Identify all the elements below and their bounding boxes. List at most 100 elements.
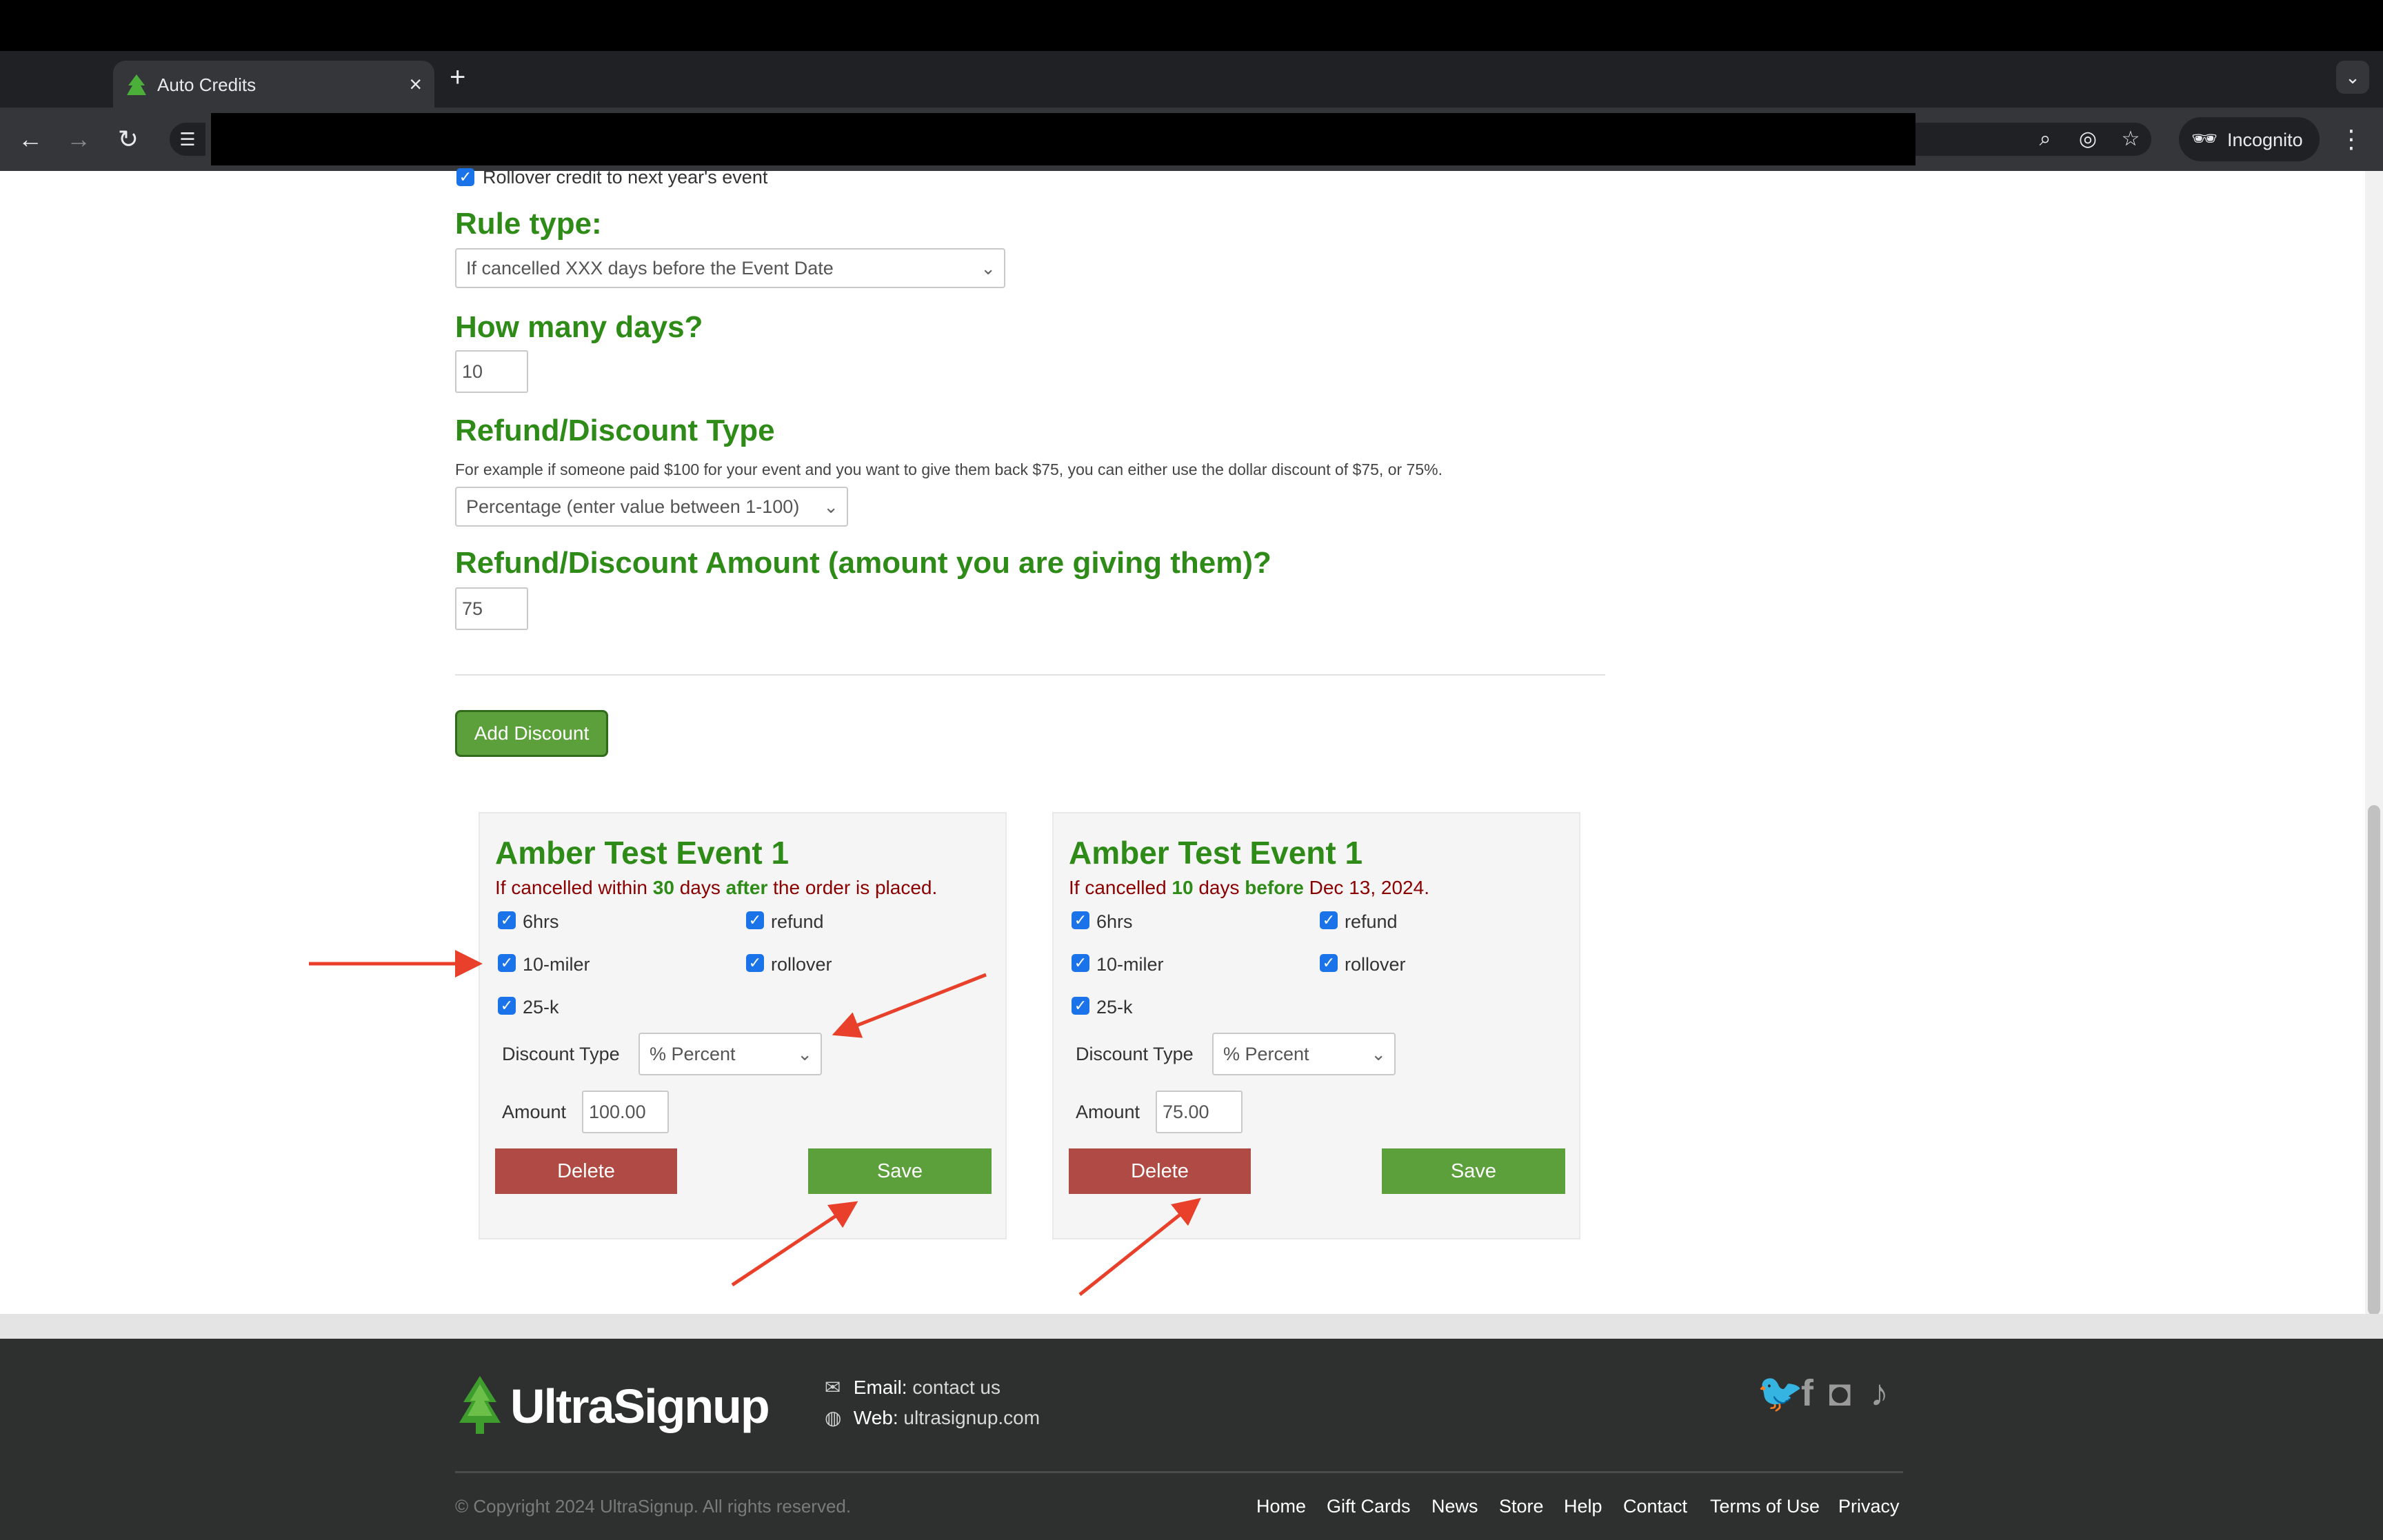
save-button[interactable]: Save [808,1148,992,1194]
footer-link-news[interactable]: News [1431,1496,1478,1517]
delete-button[interactable]: Delete [495,1148,677,1194]
ultrasignup-tree-icon [459,1376,501,1434]
option-checkbox-10-miler[interactable]: ✓ [498,954,516,972]
rule-mid: days [1193,877,1245,898]
card-title: Amber Test Event 1 [1069,835,1363,871]
new-tab-button[interactable]: + [450,61,465,94]
amount-label: Amount [1076,1102,1140,1122]
chevron-down-icon: ⌄ [1371,1044,1386,1064]
rule-keyword: after [725,877,768,898]
rule-suffix: the order is placed. [767,877,938,898]
reload-icon[interactable]: ↻ [110,121,146,157]
add-discount-button[interactable]: Add Discount [455,710,608,757]
rule-prefix: If cancelled [1069,877,1172,898]
rule-days: 30 [652,877,674,898]
option-checkbox-25-k[interactable]: ✓ [1072,997,1089,1015]
forward-arrow-icon[interactable]: → [61,121,97,157]
days-value: 10 [462,361,483,382]
site-info-icon[interactable]: ☰ [170,123,205,156]
option-checkbox-refund[interactable]: ✓ [1320,911,1338,929]
footer-link-gift-cards[interactable]: Gift Cards [1327,1496,1411,1517]
screen-top-bar [0,0,2383,51]
footer-web: ◍ Web: ultrasignup.com [825,1406,1040,1429]
rule-mid: days [674,877,726,898]
chevron-down-icon: ⌄ [797,1044,812,1064]
delete-button[interactable]: Delete [1069,1148,1251,1194]
option-label: rollover [1345,954,1406,975]
option-label: 6hrs [1096,911,1133,932]
footer-link-store[interactable]: Store [1499,1496,1544,1517]
rollover-checkbox[interactable]: ✓ [456,168,474,186]
card-amount-input[interactable]: 75.00 [1156,1091,1243,1133]
rule-suffix: Dec 13, 2024. [1303,877,1429,898]
web-link[interactable]: ultrasignup.com [903,1407,1040,1428]
card-amount-input[interactable]: 100.00 [582,1091,669,1133]
rule-type-value: If cancelled XXX days before the Event D… [466,258,834,278]
refund-type-heading: Refund/Discount Type [455,414,775,447]
browser-menu-icon[interactable]: ⋮ [2333,121,2369,157]
address-bar-actions: ⌕ ◎ ☆ [1916,123,2151,156]
option-checkbox-25-k[interactable]: ✓ [498,997,516,1015]
option-checkbox-6hrs[interactable]: ✓ [1072,911,1089,929]
discount-type-label: Discount Type [1076,1044,1194,1064]
rule-prefix: If cancelled within [495,877,653,898]
footer-link-contact[interactable]: Contact [1623,1496,1687,1517]
discount-type-value: % Percent [1223,1044,1309,1064]
tab-close-icon[interactable]: × [409,70,422,98]
browser-tab-auto-credits[interactable]: Auto Credits × [113,61,434,108]
envelope-icon: ✉ [825,1377,841,1398]
days-input[interactable]: 10 [455,350,528,393]
incognito-badge[interactable]: 🕶 Incognito [2179,117,2320,161]
save-button[interactable]: Save [1382,1148,1565,1194]
amount-input[interactable]: 75 [455,587,528,630]
zoom-icon[interactable]: ⌕ [2026,123,2064,156]
option-label: 6hrs [523,911,559,932]
discount-card-2: Amber Test Event 1 If cancelled 10 days … [1052,812,1580,1239]
address-bar-redacted[interactable] [211,113,1916,165]
discount-type-value: % Percent [650,1044,736,1064]
tab-search-chevron-icon[interactable]: ⌄ [2336,61,2369,94]
footer-gap [0,1314,2383,1339]
amount-value: 75 [462,598,483,619]
bookmark-star-icon[interactable]: ☆ [2111,123,2150,156]
rule-type-select[interactable]: If cancelled XXX days before the Event D… [455,248,1005,288]
amount-heading: Refund/Discount Amount (amount you are g… [455,546,1271,580]
option-checkbox-6hrs[interactable]: ✓ [498,911,516,929]
site-footer: UltraSignup ✉ Email: contact us ◍ Web: u… [0,1339,2383,1540]
instagram-icon[interactable]: ◘ [1829,1372,1851,1415]
refund-type-value: Percentage (enter value between 1-100) [466,496,800,517]
footer-link-terms[interactable]: Terms of Use [1710,1496,1820,1517]
tiktok-icon[interactable]: ♪ [1870,1372,1889,1415]
option-label: 25-k [523,997,559,1017]
rule-keyword: before [1245,877,1304,898]
rollover-label: Rollover credit to next year's event [483,167,768,188]
discount-type-select[interactable]: % Percent ⌄ [639,1033,822,1075]
refund-type-hint: For example if someone paid $100 for you… [455,460,1442,478]
discount-type-select[interactable]: % Percent ⌄ [1212,1033,1396,1075]
globe-icon: ◍ [825,1407,842,1428]
back-arrow-icon[interactable]: ← [12,121,48,157]
twitter-icon[interactable]: 🐦 [1757,1372,1803,1415]
brand-name: UltraSignup [510,1379,770,1433]
discount-card-1: Amber Test Event 1 If cancelled within 3… [479,812,1007,1239]
email-link[interactable]: contact us [912,1377,1001,1398]
option-checkbox-rollover[interactable]: ✓ [1320,954,1338,972]
card-amount-value: 75.00 [1163,1102,1209,1122]
page-scrollbar-thumb[interactable] [2368,805,2380,1315]
incognito-label: Incognito [2227,130,2303,150]
footer-link-privacy[interactable]: Privacy [1838,1496,1900,1517]
days-heading: How many days? [455,310,703,344]
footer-divider [455,1471,1903,1473]
amount-label: Amount [502,1102,567,1122]
rule-days: 10 [1172,877,1194,898]
option-checkbox-10-miler[interactable]: ✓ [1072,954,1089,972]
option-label: 25-k [1096,997,1133,1017]
email-label: Email: [853,1377,907,1398]
eye-off-icon[interactable]: ◎ [2069,123,2107,156]
option-checkbox-refund[interactable]: ✓ [746,911,764,929]
footer-link-home[interactable]: Home [1256,1496,1306,1517]
facebook-icon[interactable]: f [1801,1372,1813,1415]
footer-link-help[interactable]: Help [1564,1496,1602,1517]
option-checkbox-rollover[interactable]: ✓ [746,954,764,972]
refund-type-select[interactable]: Percentage (enter value between 1-100) ⌄ [455,487,848,527]
